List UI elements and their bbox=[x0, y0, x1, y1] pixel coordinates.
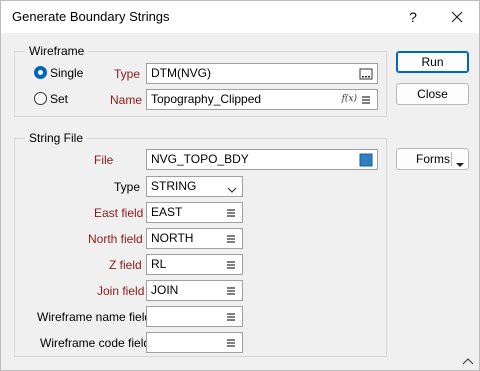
set-radio[interactable] bbox=[34, 92, 47, 105]
file-label: File bbox=[94, 153, 114, 167]
join-field-value: JOIN bbox=[151, 283, 179, 297]
single-radio-label[interactable]: Single bbox=[50, 66, 83, 80]
wireframe-name-field-input[interactable] bbox=[146, 306, 243, 327]
z-field-label: Z field bbox=[109, 258, 142, 272]
join-field-label: Join field bbox=[97, 284, 145, 298]
list-icon[interactable] bbox=[224, 232, 238, 246]
list-icon[interactable] bbox=[224, 206, 238, 220]
run-button[interactable]: Run bbox=[396, 51, 469, 73]
type-label: Type bbox=[114, 180, 141, 194]
close-icon bbox=[451, 11, 463, 23]
wireframe-name-field[interactable]: Topography_Clipped f(x) bbox=[146, 89, 378, 110]
string-file-group-title: String File bbox=[25, 131, 88, 145]
wireframe-type-field[interactable]: DTM(NVG) bbox=[146, 63, 378, 84]
wireframe-group: Wireframe Single Set Type DTM(NVG) Name … bbox=[14, 44, 387, 117]
east-field-input[interactable]: EAST bbox=[146, 202, 243, 223]
wireframe-name-label: Name bbox=[110, 93, 143, 107]
forms-label: Forms bbox=[416, 152, 450, 166]
wireframe-code-field-input[interactable] bbox=[146, 332, 243, 353]
wireframe-name-value: Topography_Clipped bbox=[151, 92, 262, 106]
join-field-input[interactable]: JOIN bbox=[146, 280, 243, 301]
forms-dropdown-icon[interactable] bbox=[455, 155, 465, 175]
title-bar: Generate Boundary Strings ? bbox=[1, 1, 479, 33]
file-field[interactable]: NVG_TOPO_BDY bbox=[146, 149, 378, 170]
wireframe-code-field-label: Wireframe code field bbox=[40, 336, 151, 350]
type-select-value: STRING bbox=[151, 179, 197, 193]
north-field-input[interactable]: NORTH bbox=[146, 228, 243, 249]
help-button[interactable]: ? bbox=[399, 5, 427, 29]
set-radio-label[interactable]: Set bbox=[50, 92, 68, 106]
north-field-label: North field bbox=[88, 232, 143, 246]
wireframe-type-label: Type bbox=[114, 67, 141, 81]
east-field-label: East field bbox=[94, 206, 144, 220]
forms-divider bbox=[451, 152, 452, 166]
z-field-input[interactable]: RL bbox=[146, 254, 243, 275]
list-icon[interactable] bbox=[359, 93, 373, 107]
single-radio[interactable] bbox=[34, 66, 47, 79]
generate-boundary-strings-dialog: Generate Boundary Strings ? Wireframe Si… bbox=[0, 0, 480, 371]
wireframe-group-title: Wireframe bbox=[25, 44, 89, 58]
file-browse-icon[interactable] bbox=[359, 153, 373, 167]
wireframe-name-field-label: Wireframe name field bbox=[37, 310, 152, 324]
chevron-down-icon bbox=[227, 182, 237, 193]
z-field-value: RL bbox=[151, 257, 167, 271]
north-field-value: NORTH bbox=[151, 231, 194, 245]
window-title: Generate Boundary Strings bbox=[12, 9, 170, 24]
file-value: NVG_TOPO_BDY bbox=[151, 152, 249, 166]
list-icon[interactable] bbox=[224, 310, 238, 324]
list-icon[interactable] bbox=[224, 284, 238, 298]
browse-icon[interactable] bbox=[359, 67, 373, 81]
forms-button[interactable]: Forms bbox=[396, 148, 469, 170]
chevron-up-icon[interactable] bbox=[461, 355, 475, 369]
type-select[interactable]: STRING bbox=[146, 176, 243, 197]
close-button[interactable]: Close bbox=[396, 83, 469, 105]
list-icon[interactable] bbox=[224, 258, 238, 272]
close-window-button[interactable] bbox=[443, 5, 471, 29]
function-icon[interactable]: f(x) bbox=[342, 90, 357, 109]
east-field-value: EAST bbox=[151, 205, 183, 219]
list-icon[interactable] bbox=[224, 336, 238, 350]
string-file-group: String File File NVG_TOPO_BDY Type STRIN… bbox=[14, 131, 387, 357]
wireframe-type-value: DTM(NVG) bbox=[151, 66, 211, 80]
